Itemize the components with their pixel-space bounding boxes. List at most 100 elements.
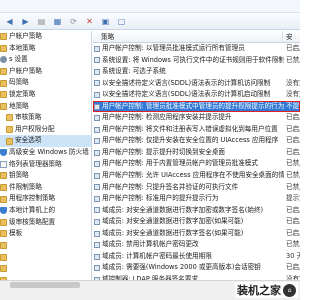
tree-item[interactable]: 锁定策略 [0, 89, 91, 101]
policy-row[interactable]: 用户帐户控制: 只提升签名并验证的可执行文件 已禁用 [93, 182, 300, 194]
tree-item[interactable]: 户帐户策略 [0, 66, 91, 78]
tree-item[interactable] [0, 240, 91, 252]
policy-row[interactable]: 用户帐户控制: 允许 UIAccess 应用程序在不使用安全桌面的情况下提升权限… [93, 170, 300, 182]
folder-icon [0, 253, 7, 261]
folder-icon [0, 44, 7, 52]
tree-item[interactable]: 模板 [0, 228, 91, 240]
policy-icon [94, 45, 100, 52]
tree-item-label: 络列表管理器策略 [9, 159, 62, 168]
policy-row[interactable]: 用户帐户控制: 标准用户的提升提示行为 提示凭据 [93, 193, 300, 205]
policy-row[interactable]: 用户帐户控制: 仅提升安装在安全位置的 UIAccess 应用程序已启用 [93, 135, 300, 147]
watermark-text: 装机之家 [237, 284, 281, 297]
menu-bar [0, 0, 300, 13]
tree-item[interactable]: 地策略 [0, 101, 91, 113]
show-hide-tree-icon[interactable]: ▦ [51, 15, 64, 28]
policy-row[interactable]: 用户帐户控制: 将文件和注册表写入错误虚拟化到每用户位置已启用 [93, 124, 300, 136]
policy-icon [94, 115, 100, 122]
policy-row[interactable]: 用户帐户控制: 检测应用程序安装并提示提升 已启用 [93, 112, 300, 124]
policy-name: 用户帐户控制: 用于内置管理员帐户的管理员批准模式 [102, 159, 258, 168]
delete-icon[interactable]: ✕ [83, 15, 96, 28]
policy-setting: 已启用 [286, 113, 300, 122]
policy-row[interactable]: 域成员: 对安全通道数据进行数字加密或数字签名(始终) 已启用 [93, 205, 300, 217]
policy-row[interactable]: 系统设置: 可选子系统 [93, 66, 300, 78]
policy-row[interactable]: 域成员: 计算机帐户密码最长使用期限 30 天 [93, 251, 300, 263]
back-icon[interactable]: ◀ [3, 15, 16, 28]
policy-icon [94, 161, 100, 168]
forward-icon[interactable]: ▶ [19, 15, 32, 28]
tree-item[interactable]: 件限制策略 [0, 182, 91, 194]
column-header-policy[interactable]: 策略 [93, 31, 283, 43]
policy-setting: 提示凭据 [286, 194, 300, 203]
tree-item-label: 本地计算机上的 [9, 205, 56, 214]
tree-item[interactable]: 用户权限分配 [0, 124, 91, 136]
toolbar: ◀ ▶ ▤ ▦ ⟳ ✕ ▣ ▢ [0, 13, 300, 30]
policy-row[interactable]: 域成员: 对安全通道数据进行数字签名(如果可能) 已启用 [93, 228, 300, 240]
policy-icon [94, 253, 100, 260]
policy-icon [94, 68, 100, 75]
tree-item[interactable]: 户帐户策略 [0, 31, 91, 43]
policy-row-selected[interactable]: 用户帐户控制: 管理员批准模式中管理员的提升权限提示的行为不提示,直接... [93, 100, 300, 113]
policy-row[interactable]: 用户帐户控制: 提示提升时切换到安全桌面 已启用 [93, 147, 300, 159]
up-icon[interactable]: ▤ [35, 15, 48, 28]
folder-icon [6, 126, 13, 134]
policy-icon [94, 103, 100, 110]
policy-name: 用户帐户控制: 只提升签名并验证的可执行文件 [102, 182, 239, 191]
policy-row[interactable]: 域成员: 对安全通道数据进行数字加密(如果可能) 已启用 [93, 216, 300, 228]
watermark-logo-icon: ⌂ [283, 283, 296, 297]
policy-row[interactable]: 域成员: 禁用计算机帐户密码更改 已禁用 [93, 239, 300, 251]
policy-name: 域成员: 对安全通道数据进行数字签名(如果可能) [102, 228, 244, 237]
policy-icon [94, 184, 100, 191]
policy-row[interactable]: 用户帐户控制: 用于内置管理员帐户的管理员批准模式 已禁用 [93, 158, 300, 170]
policy-row[interactable]: 域成员: 需要强(Windows 2000 或更高版本)会话密钥 已启用 [93, 262, 300, 274]
policy-row[interactable]: 以安全描述符定义语言(SDDL)语法表示的计算机启动限制 没有定义 [93, 89, 300, 101]
tree-item-label: 件限制策略 [9, 182, 42, 191]
folder-icon [0, 79, 7, 87]
policy-icon [94, 218, 100, 225]
settings-icon [0, 56, 7, 64]
document-icon [0, 160, 7, 168]
policy-name: 用户帐户控制: 将文件和注册表写入错误虚拟化到每用户位置 [102, 124, 278, 133]
folder-icon [0, 218, 7, 226]
tree-item[interactable]: s 设置 [0, 54, 91, 66]
tree-item-security-options[interactable]: 安全选项 [0, 135, 91, 147]
column-header-setting[interactable]: 安 [283, 31, 300, 43]
tree-item-label: 安全选项 [15, 136, 42, 145]
tree-item[interactable]: 本地计算机上的 [0, 205, 91, 217]
scrollbar-thumb[interactable] [10, 282, 80, 288]
export-icon[interactable]: ▣ [99, 15, 112, 28]
tree-item[interactable]: 高级安全 Windows 防火墙 [0, 147, 91, 159]
policy-row[interactable]: 用户帐户控制: 以管理员批准模式运行所有管理员 已启用 [93, 43, 300, 55]
tree-item[interactable]: 钥策略 [0, 170, 91, 182]
policy-row[interactable]: 系统设置: 将 Windows 可执行文件中的证书规则用于软件限制策略已禁用 [93, 55, 300, 67]
policy-setting: 没有定义 [286, 90, 300, 99]
tree-item-label: 审核策略 [15, 113, 42, 122]
tree-item-label: 地策略 [9, 101, 29, 110]
properties-icon[interactable]: ▢ [115, 15, 128, 28]
tree-item[interactable]: 用程序控制策略 [0, 193, 91, 205]
policy-name: 用户帐户控制: 标准用户的提升提示行为 [102, 194, 219, 203]
tree-item-label: 钥策略 [9, 171, 29, 180]
tree-item[interactable]: 络列表管理器策略 [0, 159, 91, 171]
tree-item[interactable] [0, 251, 91, 263]
refresh-icon[interactable]: ⟳ [67, 15, 80, 28]
policy-setting: 已禁用 [286, 55, 300, 64]
tree-item[interactable]: 码策略 [0, 77, 91, 89]
policy-name: 域成员: 计算机帐户密码最长使用期限 [102, 251, 212, 260]
policy-name: 域成员: 需要强(Windows 2000 或更高版本)会话密钥 [102, 263, 261, 272]
policy-name: 用户帐户控制: 检测应用程序安装并提示提升 [102, 113, 232, 122]
folder-icon [0, 102, 7, 110]
folder-icon [0, 241, 7, 249]
tree-item[interactable]: 审核策略 [0, 112, 91, 124]
tree-item-label: 码策略 [9, 78, 29, 87]
folder-icon [6, 137, 13, 145]
policy-name: 以安全描述符定义语言(SDDL)语法表示的计算机访问限制 [102, 78, 271, 87]
tree-item-label: 户帐户策略 [9, 66, 42, 75]
tree-item[interactable]: 本地策略 [0, 43, 91, 55]
policy-setting: 已禁用 [286, 159, 300, 168]
tree-item[interactable]: 级审核策略配置 [0, 217, 91, 229]
folder-icon [0, 91, 7, 99]
policy-name: 系统设置: 将 Windows 可执行文件中的证书规则用于软件限制策略 [102, 55, 284, 64]
policy-row[interactable]: 以安全描述符定义语言(SDDL)语法表示的计算机访问限制 没有定义 [93, 78, 300, 90]
policy-icon [94, 230, 100, 237]
tree-item[interactable] [0, 263, 91, 275]
